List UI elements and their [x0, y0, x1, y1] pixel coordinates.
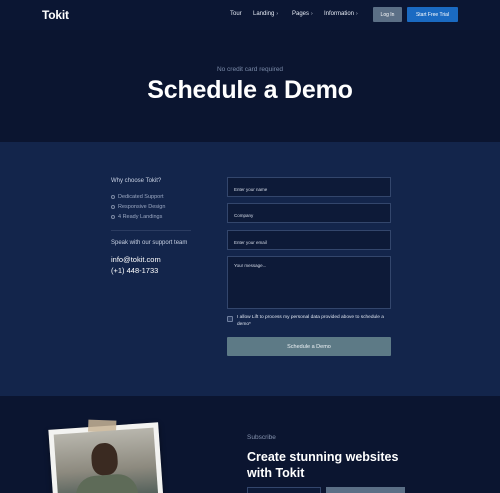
nav-item-landing[interactable]: Landing › — [253, 11, 278, 17]
email-field-wrapper — [227, 230, 391, 252]
feature-label: Dedicated Support — [118, 194, 164, 200]
hero-section: No credit card required Schedule a Demo — [0, 30, 500, 142]
subscribe-button[interactable] — [326, 487, 405, 493]
page-title: Schedule a Demo — [147, 76, 353, 104]
nav-item-label: Pages — [292, 11, 310, 17]
subscribe-label: Subscribe — [247, 434, 276, 441]
chevron-right-icon: › — [311, 11, 313, 17]
nav-item-label: Tour — [230, 11, 242, 17]
subscribe-title: Create stunning websites with Tokit — [247, 450, 399, 480]
feature-item: Responsive Design — [111, 204, 165, 210]
message-textarea[interactable] — [228, 257, 390, 308]
feature-item: Dedicated Support — [111, 194, 164, 200]
support-phone-link[interactable]: (+1) 448-1733 — [111, 266, 158, 275]
check-circle-icon — [111, 195, 115, 199]
nav-item-label: Information — [324, 11, 355, 17]
nav-item-label: Landing — [253, 11, 275, 17]
demo-form-section: Why choose Tokit? Dedicated Support Resp… — [0, 142, 500, 396]
company-field-wrapper — [227, 203, 391, 225]
company-input[interactable] — [228, 206, 390, 225]
nav-item-pages[interactable]: Pages › — [292, 11, 313, 17]
why-heading: Why choose Tokit? — [111, 178, 162, 184]
message-field-wrapper — [227, 256, 391, 309]
check-circle-icon — [111, 215, 115, 219]
person-photo — [53, 427, 159, 493]
chevron-right-icon: › — [276, 11, 279, 17]
polaroid-photo — [48, 419, 164, 493]
consent-label: I allow Lift to process my personal data… — [237, 315, 384, 327]
nav-item-information[interactable]: Information › — [324, 11, 358, 17]
subscribe-email-input[interactable] — [247, 487, 321, 493]
start-free-trial-button[interactable]: Start Free Trial — [407, 7, 458, 22]
person-body-shape — [74, 472, 140, 493]
email-input[interactable] — [228, 233, 390, 252]
schedule-demo-button[interactable]: Schedule a Demo — [227, 337, 391, 356]
feature-label: Responsive Design — [118, 204, 166, 210]
support-heading: Speak with our support team — [111, 240, 188, 246]
feature-item: 4 Ready Landings — [111, 214, 162, 220]
hero-subtitle: No credit card required — [216, 66, 284, 73]
name-field-wrapper — [227, 177, 391, 199]
name-input[interactable] — [228, 180, 390, 199]
login-button[interactable]: Log In — [373, 7, 402, 22]
check-circle-icon — [111, 205, 115, 209]
feature-label: 4 Ready Landings — [118, 214, 163, 220]
nav-item-tour[interactable]: Tour — [230, 11, 242, 17]
divider — [111, 230, 191, 231]
chevron-right-icon: › — [356, 11, 358, 17]
consent-checkbox[interactable] — [227, 316, 233, 322]
logo[interactable]: Tokit — [42, 8, 69, 22]
top-navigation: Tokit Tour Landing › Pages › Information › … — [0, 0, 500, 30]
subscribe-section: Subscribe Create stunning websites with … — [0, 396, 500, 493]
support-email-link[interactable]: info@tokit.com — [111, 255, 161, 264]
person-head-shape — [90, 442, 119, 476]
